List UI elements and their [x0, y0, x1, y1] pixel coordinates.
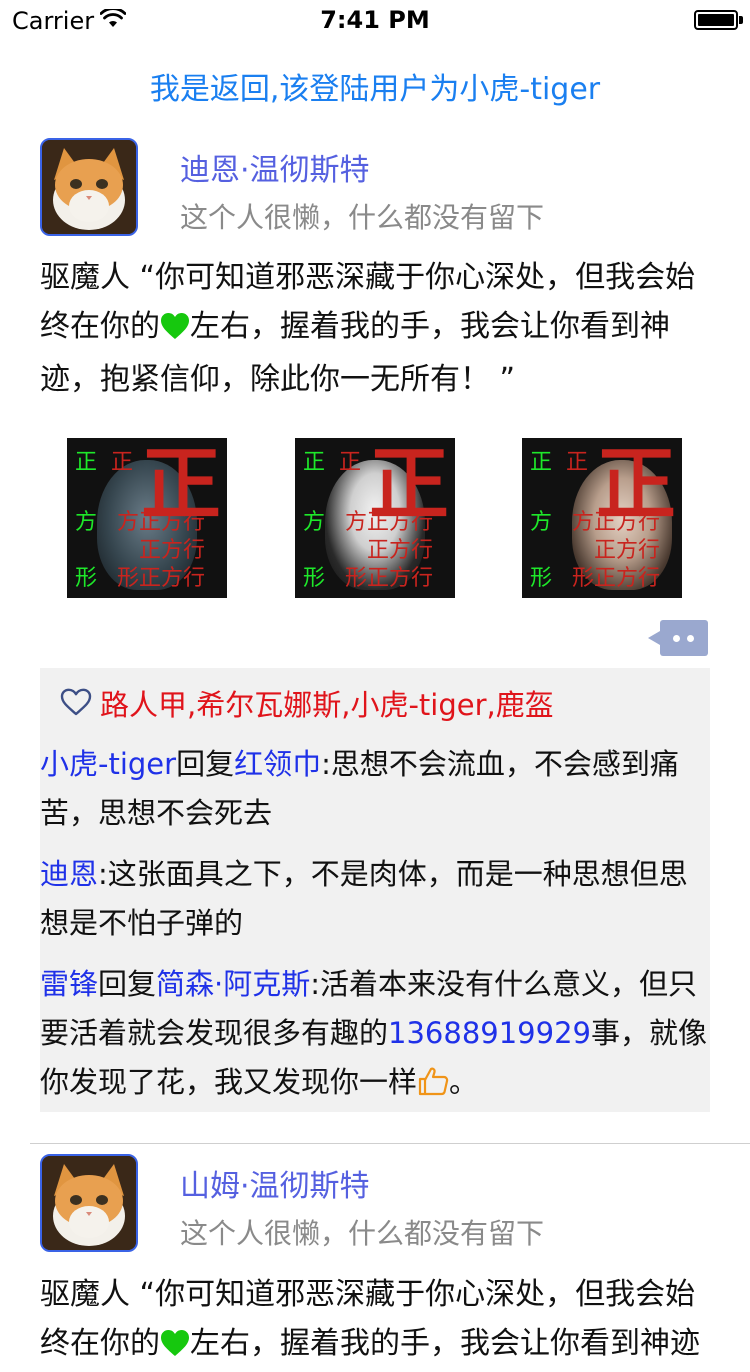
comment-author[interactable]: 迪恩: [40, 857, 98, 891]
clock: 7:41 PM: [320, 6, 430, 34]
image-text: 正方行: [139, 538, 206, 563]
image-text: 形正方行: [572, 566, 661, 591]
cat-avatar: [42, 140, 136, 234]
image-text: 方正方行: [345, 510, 434, 535]
battery-icon: [694, 10, 738, 30]
post-text: 驱魔人 “你可知道邪恶深藏于你心深处，但我会始终在你的 左右，握着我的手，我会让你…: [40, 253, 710, 404]
comment-reply-to[interactable]: 简森·阿克斯: [156, 967, 310, 1001]
image-text: 形正方行: [345, 566, 434, 591]
battery-cap: [739, 16, 743, 24]
comment-end: 。: [449, 1065, 479, 1099]
comment-body: :这张面具之下，不是肉体，而是一种思想但思想是不怕子弹的: [40, 857, 688, 940]
post-text: 驱魔人 “你可知道邪恶深藏于你心深处，但我会始终在你的 左右，握着我的手，我会让你…: [40, 1270, 710, 1372]
likes-list: 路人甲,希尔瓦娜斯,小虎-tiger,鹿盔: [100, 688, 554, 722]
green-heart-emoji: [160, 1323, 190, 1372]
author-name[interactable]: 山姆·温彻斯特: [180, 1161, 370, 1205]
image-text: 正方行: [594, 538, 661, 563]
image-text: 正: [75, 450, 98, 475]
image-text: 正: [566, 450, 589, 475]
image-text: 正: [111, 450, 134, 475]
image-text: 形: [75, 566, 98, 591]
image-text: 形正方行: [117, 566, 206, 591]
green-heart-emoji: [160, 306, 190, 355]
avatar[interactable]: [40, 1154, 138, 1252]
image-text: 正: [303, 450, 326, 475]
post-text-part2: 左右，握着我的手，我会让你看到神迹: [190, 1326, 700, 1361]
image-text: 方: [75, 510, 98, 535]
post-divider: [30, 1143, 750, 1144]
author-signature: 这个人很懒，什么都没有留下: [180, 1217, 545, 1250]
comment-author[interactable]: 雷锋: [40, 967, 98, 1001]
cat-avatar: [42, 1156, 136, 1250]
status-bar: Carrier 7:41 PM: [0, 0, 750, 40]
more-icon: [673, 635, 680, 642]
image-text: 方: [530, 510, 553, 535]
comment-box: 路人甲,希尔瓦娜斯,小虎-tiger,鹿盔 小虎-tiger回复红领巾:思想不会…: [40, 668, 710, 1112]
image-text: 形: [530, 566, 553, 591]
author-name[interactable]: 迪恩·温彻斯特: [180, 145, 370, 189]
more-button[interactable]: [648, 620, 708, 656]
comment[interactable]: 小虎-tiger回复红领巾:思想不会流血，不会感到痛苦，思想不会死去: [40, 740, 710, 838]
more-icon: [687, 635, 694, 642]
comment[interactable]: 雷锋回复简森·阿克斯:活着本来没有什么意义，但只要活着就会发现很多有趣的1368…: [40, 960, 710, 1111]
thumbs-up-icon: [417, 1062, 449, 1111]
image-text: 形: [303, 566, 326, 591]
comment-reply-word: 回复: [98, 967, 157, 1001]
image-text: 方正方行: [117, 510, 206, 535]
phone-link[interactable]: 13688919929: [388, 1016, 591, 1050]
image-text: 方正方行: [572, 510, 661, 535]
battery-fill: [698, 14, 734, 26]
comment-reply-to[interactable]: 红领巾: [234, 747, 321, 781]
image-text: 正: [530, 450, 553, 475]
like-user[interactable]: 鹿盔: [496, 688, 554, 722]
comment-reply-word: 回复: [176, 747, 235, 781]
like-heart-icon[interactable]: [60, 688, 92, 723]
image-text: 正: [339, 450, 362, 475]
post-image[interactable]: 正 正 方 形 正 方正方行 正方行 形正方行: [522, 438, 682, 598]
like-user[interactable]: 路人甲: [100, 688, 187, 722]
comment[interactable]: 迪恩:这张面具之下，不是肉体，而是一种思想但思想是不怕子弹的: [40, 850, 710, 948]
back-link[interactable]: 我是返回,该登陆用户为小虎-tiger: [0, 64, 750, 108]
like-user[interactable]: 希尔瓦娜斯: [196, 688, 341, 722]
like-user[interactable]: 小虎-tiger: [350, 688, 486, 722]
image-text: 方: [303, 510, 326, 535]
post-image[interactable]: 正 正 方 形 正 方正方行 正方行 形正方行: [295, 438, 455, 598]
post-image[interactable]: 正 正 方 形 正 方正方行 正方行 形正方行: [67, 438, 227, 598]
author-signature: 这个人很懒，什么都没有留下: [180, 201, 545, 234]
comment-author[interactable]: 小虎-tiger: [40, 747, 176, 781]
image-text: 正方行: [367, 538, 434, 563]
avatar[interactable]: [40, 138, 138, 236]
